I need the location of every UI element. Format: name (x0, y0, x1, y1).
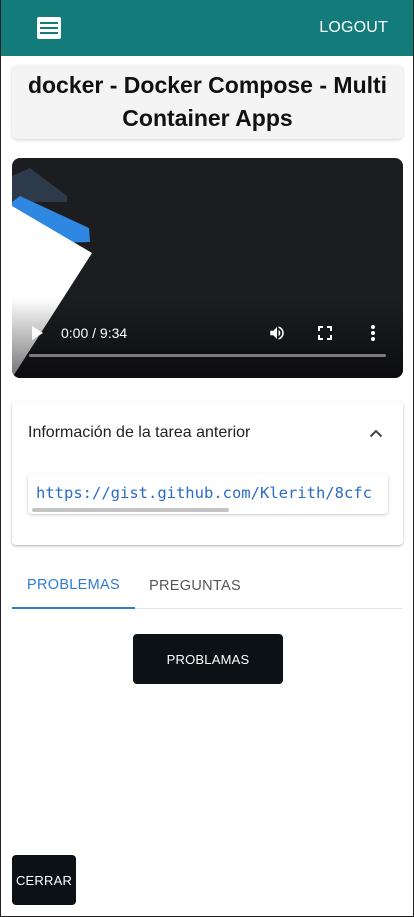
hamburger-menu-icon[interactable] (37, 17, 61, 39)
tab-bar: PROBLEMAS PREGUNTAS (12, 563, 403, 609)
video-controls: 0:00 / 9:34 (12, 318, 403, 348)
video-time: 0:00 / 9:34 (61, 325, 128, 341)
accordion-header[interactable]: Información de la tarea anterior (12, 402, 403, 464)
cerrar-button[interactable]: CERRAR (12, 855, 76, 905)
volume-icon[interactable] (265, 321, 289, 345)
video-player[interactable]: 0:00 / 9:34 (12, 158, 403, 378)
more-options-icon[interactable] (361, 321, 385, 345)
app-bar: LOGOUT (1, 0, 413, 56)
video-progress-bar[interactable] (29, 354, 386, 357)
gist-link-box[interactable]: https://gist.github.com/Klerith/8cfc (28, 474, 388, 514)
gist-link[interactable]: https://gist.github.com/Klerith/8cfc (36, 484, 372, 502)
play-icon[interactable] (32, 326, 43, 340)
previous-task-accordion: Información de la tarea anterior https:/… (12, 402, 403, 545)
tab-preguntas[interactable]: PREGUNTAS (135, 563, 255, 609)
accordion-title: Información de la tarea anterior (28, 424, 251, 441)
page-title: docker - Docker Compose - Multi Containe… (27, 72, 388, 131)
fullscreen-icon[interactable] (313, 321, 337, 345)
title-card: docker - Docker Compose - Multi Containe… (12, 65, 403, 139)
tab-problemas[interactable]: PROBLEMAS (12, 563, 135, 609)
problemas-button[interactable]: PROBLAMAS (133, 634, 283, 684)
logout-button[interactable]: LOGOUT (319, 19, 388, 37)
horizontal-scrollbar[interactable] (32, 508, 229, 512)
chevron-up-icon[interactable] (369, 429, 383, 438)
